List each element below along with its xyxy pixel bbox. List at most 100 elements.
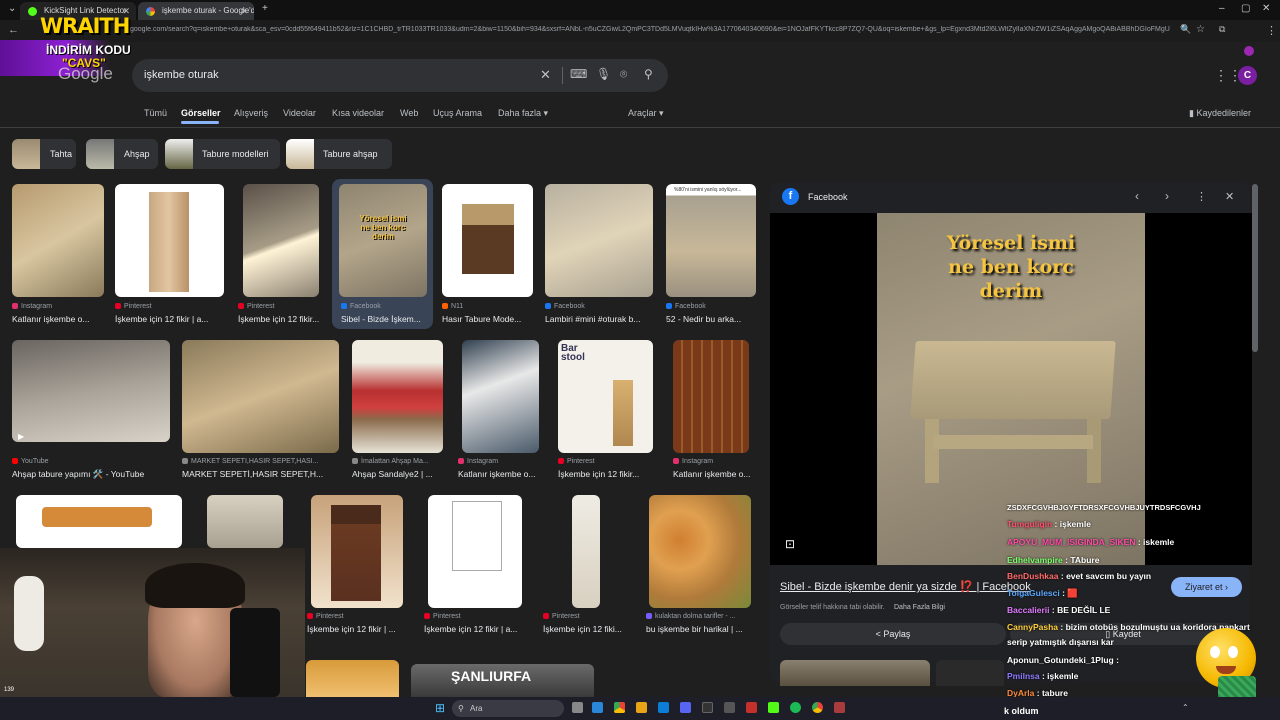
app-icon[interactable] — [746, 702, 757, 713]
chrome-taskbar-icon[interactable] — [812, 702, 823, 713]
search-input[interactable]: işkembe oturak — [144, 69, 219, 81]
close-panel-icon[interactable]: ✕ — [1225, 190, 1234, 203]
result-title[interactable]: Ahşap Sandalye2 | ... — [352, 469, 443, 479]
result-title[interactable]: İşkembe için 12 fikir | ... — [307, 624, 407, 634]
result-image[interactable] — [462, 340, 539, 453]
chip-ahsap[interactable]: Ahşap — [86, 139, 158, 169]
lens-icon[interactable]: ⌾ — [620, 67, 627, 82]
tab-videos[interactable]: Videolar — [283, 108, 316, 118]
result-image[interactable] — [12, 184, 104, 297]
result-image[interactable]: Bar stool — [558, 340, 653, 453]
browser-menu-icon[interactable]: ⋮ — [1266, 24, 1277, 37]
result-title[interactable]: İşkembe için 12 fiki... — [543, 624, 633, 634]
search-box[interactable]: işkembe oturak ✕ ⌨ 🎙 ⌾ ⚲ — [132, 59, 668, 92]
account-avatar[interactable]: C — [1238, 66, 1257, 85]
google-logo[interactable]: Google — [58, 64, 113, 84]
microphone-icon[interactable]: 🎙 — [596, 67, 611, 81]
result-image[interactable] — [306, 660, 399, 697]
app-icon[interactable] — [834, 702, 845, 713]
keyboard-icon[interactable]: ⌨ — [570, 67, 587, 81]
clear-icon[interactable]: ✕ — [540, 67, 551, 83]
result-image[interactable] — [545, 184, 653, 297]
tab-google-search[interactable]: işkembe oturak - Google'da Ar ✕ — [138, 2, 254, 20]
result-image[interactable]: %80'ni ismini yanlış söylüyor... — [666, 184, 756, 297]
lens-search-icon[interactable]: ⊡ — [785, 537, 795, 551]
tab-short-videos[interactable]: Kısa videolar — [332, 108, 384, 118]
related-image[interactable] — [780, 660, 930, 686]
result-title[interactable]: Katlanır işkembe o... — [673, 469, 757, 479]
prev-icon[interactable]: ‹ — [1135, 189, 1139, 203]
next-icon[interactable]: › — [1165, 189, 1169, 203]
chip-tabure-modelleri[interactable]: Tabure modelleri — [165, 139, 280, 169]
result-image[interactable]: ▶ — [12, 340, 170, 442]
result-image[interactable] — [673, 340, 749, 453]
app-icon[interactable] — [702, 702, 713, 713]
url-field[interactable]: google.com/search?q=iskembe+oturak&sca_e… — [130, 26, 1170, 33]
zoom-icon[interactable]: 🔍 — [1180, 24, 1191, 35]
more-options-icon[interactable]: ⋮ — [1196, 190, 1207, 203]
result-title[interactable]: Lambiri #mini #oturak b... — [545, 314, 653, 324]
result-title[interactable]: MARKET SEPETİ,HASIR SEPET,H... — [182, 469, 339, 479]
result-title[interactable]: İşkembe için 12 fikir | a... — [115, 314, 224, 324]
chip-tabure-ahsap[interactable]: Tabure ahşap — [286, 139, 392, 169]
result-title[interactable]: 52 - Nedir bu arka... — [666, 314, 756, 324]
result-image[interactable] — [311, 495, 403, 608]
result-title[interactable]: Katlanır işkembe o... — [458, 469, 544, 479]
result-image[interactable] — [428, 495, 522, 608]
result-image[interactable] — [572, 495, 600, 608]
edge-icon[interactable] — [592, 702, 603, 713]
tab-images[interactable]: Görseller — [181, 108, 221, 118]
discord-icon[interactable] — [680, 702, 691, 713]
tab-shopping[interactable]: Alışveriş — [234, 108, 268, 118]
task-view-icon[interactable] — [572, 702, 583, 713]
bookmark-star-icon[interactable]: ☆ — [1196, 24, 1205, 35]
spotify-icon[interactable] — [790, 702, 801, 713]
window-close-icon[interactable]: ✕ — [1262, 3, 1270, 14]
result-title[interactable]: Katlanır işkembe o... — [12, 314, 104, 324]
file-explorer-icon[interactable] — [636, 702, 647, 713]
back-icon[interactable]: ← — [8, 24, 19, 36]
taskbar-search[interactable]: ⚲ Ara — [452, 700, 564, 717]
result-image[interactable] — [352, 340, 443, 453]
windows-start-icon[interactable]: ⊞ — [435, 701, 445, 715]
panel-source[interactable]: Facebook — [808, 192, 848, 202]
result-image[interactable] — [16, 495, 182, 548]
chrome-icon[interactable] — [614, 702, 625, 713]
app-icon[interactable] — [724, 702, 735, 713]
app-icon[interactable] — [658, 702, 669, 713]
kick-taskbar-icon[interactable] — [768, 702, 779, 713]
result-image[interactable] — [442, 184, 533, 297]
result-image[interactable]: ŞANLIURFA — [411, 664, 594, 697]
visit-button[interactable]: Ziyaret et › — [1171, 577, 1242, 597]
result-title[interactable]: Ahşap tabure yapımı 🛠️ - YouTube — [12, 469, 170, 480]
chip-tahta[interactable]: Tahta — [12, 139, 76, 169]
result-image[interactable] — [182, 340, 339, 453]
new-tab-icon[interactable]: + — [262, 3, 268, 14]
tab-more[interactable]: Daha fazla ▾ — [498, 108, 548, 119]
result-title[interactable]: İşkembe için 12 fikir... — [558, 469, 653, 479]
more-info-link[interactable]: Daha Fazla Bilgi — [894, 604, 945, 611]
extensions-icon[interactable]: ⧉ — [1219, 24, 1225, 35]
tab-menu-icon[interactable]: ⌄ — [8, 3, 16, 14]
result-title[interactable]: Sibel - Bizde İşkem... — [341, 314, 431, 324]
result-title[interactable]: bu işkembe bir harikal | ... — [646, 624, 754, 634]
result-title[interactable]: İşkembe için 12 fikir | a... — [424, 624, 528, 634]
tab-flights[interactable]: Uçuş Arama — [433, 108, 482, 118]
related-image[interactable] — [936, 660, 1004, 686]
share-button[interactable]: < Paylaş — [780, 623, 1006, 645]
result-image[interactable]: Yöresel ismi ne ben korc derim — [339, 184, 427, 297]
result-title[interactable]: İşkembe için 12 fikir... — [238, 314, 322, 324]
preview-image[interactable]: Yöresel ismi ne ben korc derim — [877, 213, 1145, 565]
search-icon[interactable]: ⚲ — [644, 67, 653, 81]
saved-link[interactable]: ▮ Kaydedilenler — [1189, 108, 1251, 119]
panel-title-link[interactable]: Sibel - Bizde işkembe denir ya sizde ⁉️ … — [780, 580, 1031, 593]
scrollbar-thumb[interactable] — [1252, 184, 1258, 352]
result-image[interactable] — [115, 184, 224, 297]
tools-menu[interactable]: Araçlar ▾ — [628, 108, 664, 119]
result-image[interactable] — [649, 495, 751, 608]
tab-all[interactable]: Tümü — [144, 108, 167, 118]
profile-avatar[interactable] — [1244, 46, 1254, 56]
close-tab-icon[interactable]: ✕ — [240, 2, 248, 20]
result-title[interactable]: Hasır Tabure Mode... — [442, 314, 533, 324]
tab-web[interactable]: Web — [400, 108, 418, 118]
